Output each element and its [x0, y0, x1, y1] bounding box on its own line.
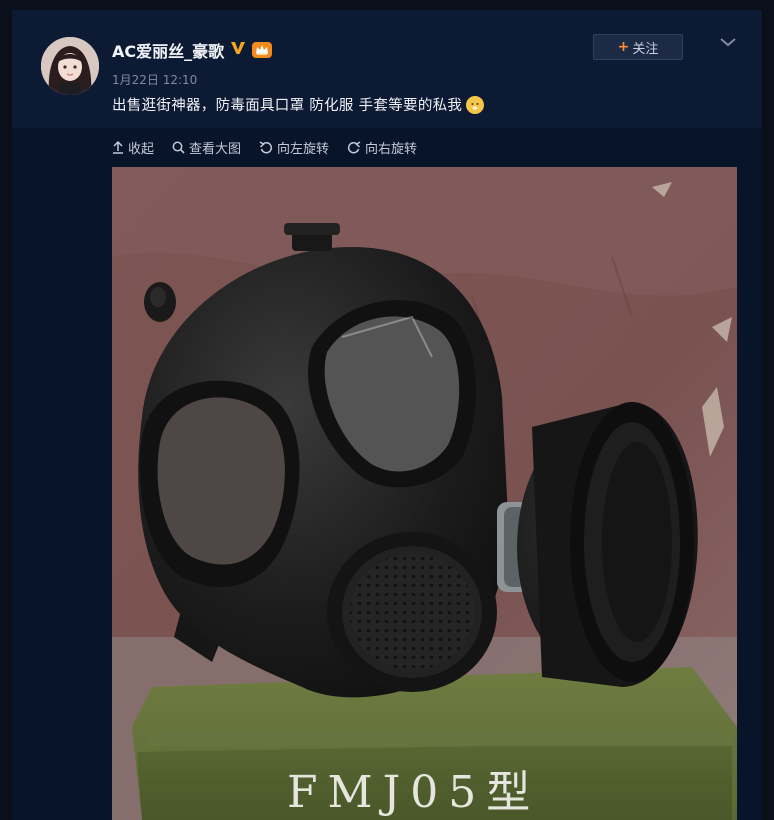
verified-v-icon — [230, 40, 246, 60]
follow-label: 关注 — [632, 41, 659, 57]
follow-button[interactable]: + 关注 — [593, 34, 683, 60]
rotate-left-icon — [259, 140, 273, 154]
collapse-label: 收起 — [128, 141, 155, 157]
post-text: 出售逛街神器，防毒面具口罩 防化服 手套等要的私我 — [112, 94, 485, 115]
author-name[interactable]: AC爱丽丝_豪歌 — [112, 38, 224, 62]
weibo-post-card: AC爱丽丝_豪歌 1月22日 12:10 出售逛街神器，防毒面具口罩 防化服 手… — [12, 10, 762, 820]
expanded-media-panel: 收起 查看大图 向左旋转 向右旋转 FMJ05型 — [12, 128, 762, 820]
rotate-right-button[interactable]: 向右旋转 — [347, 138, 417, 157]
rotate-right-label: 向右旋转 — [365, 141, 418, 157]
plus-icon: + — [617, 39, 630, 55]
rotate-left-label: 向左旋转 — [277, 141, 330, 157]
post-image[interactable]: FMJ05型 — [112, 167, 737, 820]
avatar[interactable] — [39, 35, 101, 97]
author-row: AC爱丽丝_豪歌 — [112, 38, 273, 62]
post-text-content: 出售逛街神器，防毒面具口罩 防化服 手套等要的私我 — [112, 98, 463, 114]
media-toolbar: 收起 查看大图 向左旋转 向右旋转 — [112, 136, 417, 158]
rotate-left-button[interactable]: 向左旋转 — [259, 138, 329, 157]
magnifier-icon — [172, 141, 185, 154]
post-timestamp[interactable]: 1月22日 12:10 — [112, 71, 197, 88]
vip-crown-icon — [252, 42, 273, 58]
crate-label: FMJ05型 — [287, 767, 540, 818]
rotate-right-icon — [347, 140, 361, 154]
emoji-icon — [466, 95, 485, 114]
view-large-label: 查看大图 — [189, 141, 242, 157]
chevron-down-icon[interactable] — [718, 34, 738, 50]
view-large-button[interactable]: 查看大图 — [172, 138, 241, 157]
collapse-button[interactable]: 收起 — [112, 138, 154, 157]
collapse-arrow-icon — [112, 140, 124, 154]
